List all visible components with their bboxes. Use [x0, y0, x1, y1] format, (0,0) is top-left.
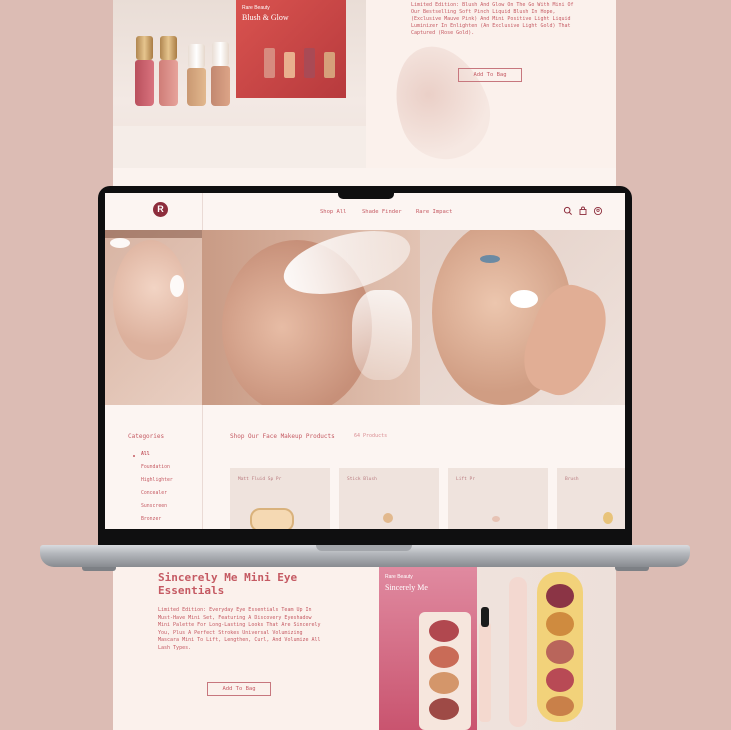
product-name: Stick Blush	[347, 477, 377, 482]
box-title: Blush & Glow	[242, 13, 289, 22]
active-indicator	[133, 455, 135, 457]
eyeshadow-palette	[419, 612, 471, 730]
brand-logo[interactable]: R	[153, 202, 168, 217]
nav-shade-finder[interactable]: Shade Finder	[362, 209, 402, 215]
promo-description: Limited Edition: Blush And Glow On The G…	[411, 2, 574, 36]
laptop-frame: R Shop All Shade Finder Rare Impact Cate…	[98, 186, 632, 546]
blush-bottle	[159, 36, 178, 106]
section-title: Sincerely Me Mini Eye Essentials	[158, 571, 298, 597]
box-title: Sincerely Me	[385, 583, 428, 592]
blush-bottle	[135, 36, 154, 106]
lip-product	[509, 577, 527, 727]
decorative-petal	[379, 33, 503, 172]
account-icon[interactable]	[593, 206, 603, 216]
laptop-screen: R Shop All Shade Finder Rare Impact Cate…	[105, 193, 625, 529]
product-name: Lift Pr	[456, 477, 475, 482]
eyeshadow-palette	[537, 572, 583, 722]
product-card[interactable]: Lift Pr	[448, 468, 548, 529]
product-name: Brush	[565, 477, 579, 482]
products-heading: Shop Our Face Makeup Products	[230, 433, 335, 440]
eye-products-photo: Rare Beauty Sincerely Me	[379, 567, 616, 730]
box-brand: Rare Beauty	[242, 5, 270, 11]
promo-panel: Limited Edition: Blush And Glow On The G…	[366, 0, 616, 172]
product-card[interactable]: Stick Blush	[339, 468, 439, 529]
section-description: Limited Edition: Everyday Eye Essentials…	[158, 607, 321, 651]
highlighter-bottle	[211, 42, 230, 106]
categories-title: Categories	[128, 433, 165, 440]
hero-image-center	[202, 230, 420, 405]
category-foundation[interactable]: Foundation	[141, 465, 170, 470]
search-icon[interactable]	[563, 206, 573, 216]
hero-image-left	[105, 230, 202, 405]
product-name: Matt Fluid Sp Pr	[238, 477, 282, 482]
eye-essentials-section: Sincerely Me Mini Eye Essentials Limited…	[113, 567, 616, 730]
bag-icon[interactable]	[578, 206, 588, 216]
add-to-bag-button[interactable]: Add To Bag	[458, 68, 522, 82]
nav-rare-impact[interactable]: Rare Impact	[416, 209, 452, 215]
product-card[interactable]: Brush	[557, 468, 625, 529]
mascara	[479, 622, 491, 722]
laptop-foot	[82, 567, 116, 571]
hero-image-right	[420, 230, 625, 405]
laptop-foot	[615, 567, 649, 571]
product-count: 64 Products	[354, 433, 388, 439]
product-box: Rare Beauty Blush & Glow	[236, 0, 346, 98]
camera-notch	[338, 186, 394, 199]
category-concealer[interactable]: Concealer	[141, 491, 167, 496]
blush-product-photo: Rare Beauty Blush & Glow	[113, 0, 366, 168]
product-card[interactable]: Matt Fluid Sp Pr	[230, 468, 330, 529]
category-sunscreen[interactable]: Sunscreen	[141, 504, 167, 509]
category-highlighter[interactable]: Highlighter	[141, 478, 173, 483]
base-opening-lip	[316, 545, 412, 551]
category-all[interactable]: All	[141, 452, 150, 457]
add-to-bag-button[interactable]: Add To Bag	[207, 682, 271, 696]
category-bronzer[interactable]: Bronzer	[141, 517, 161, 522]
nav-shop-all[interactable]: Shop All	[320, 209, 347, 215]
highlighter-bottle	[187, 44, 206, 106]
box-brand: Rare Beauty	[385, 574, 413, 580]
laptop-base	[40, 545, 690, 567]
